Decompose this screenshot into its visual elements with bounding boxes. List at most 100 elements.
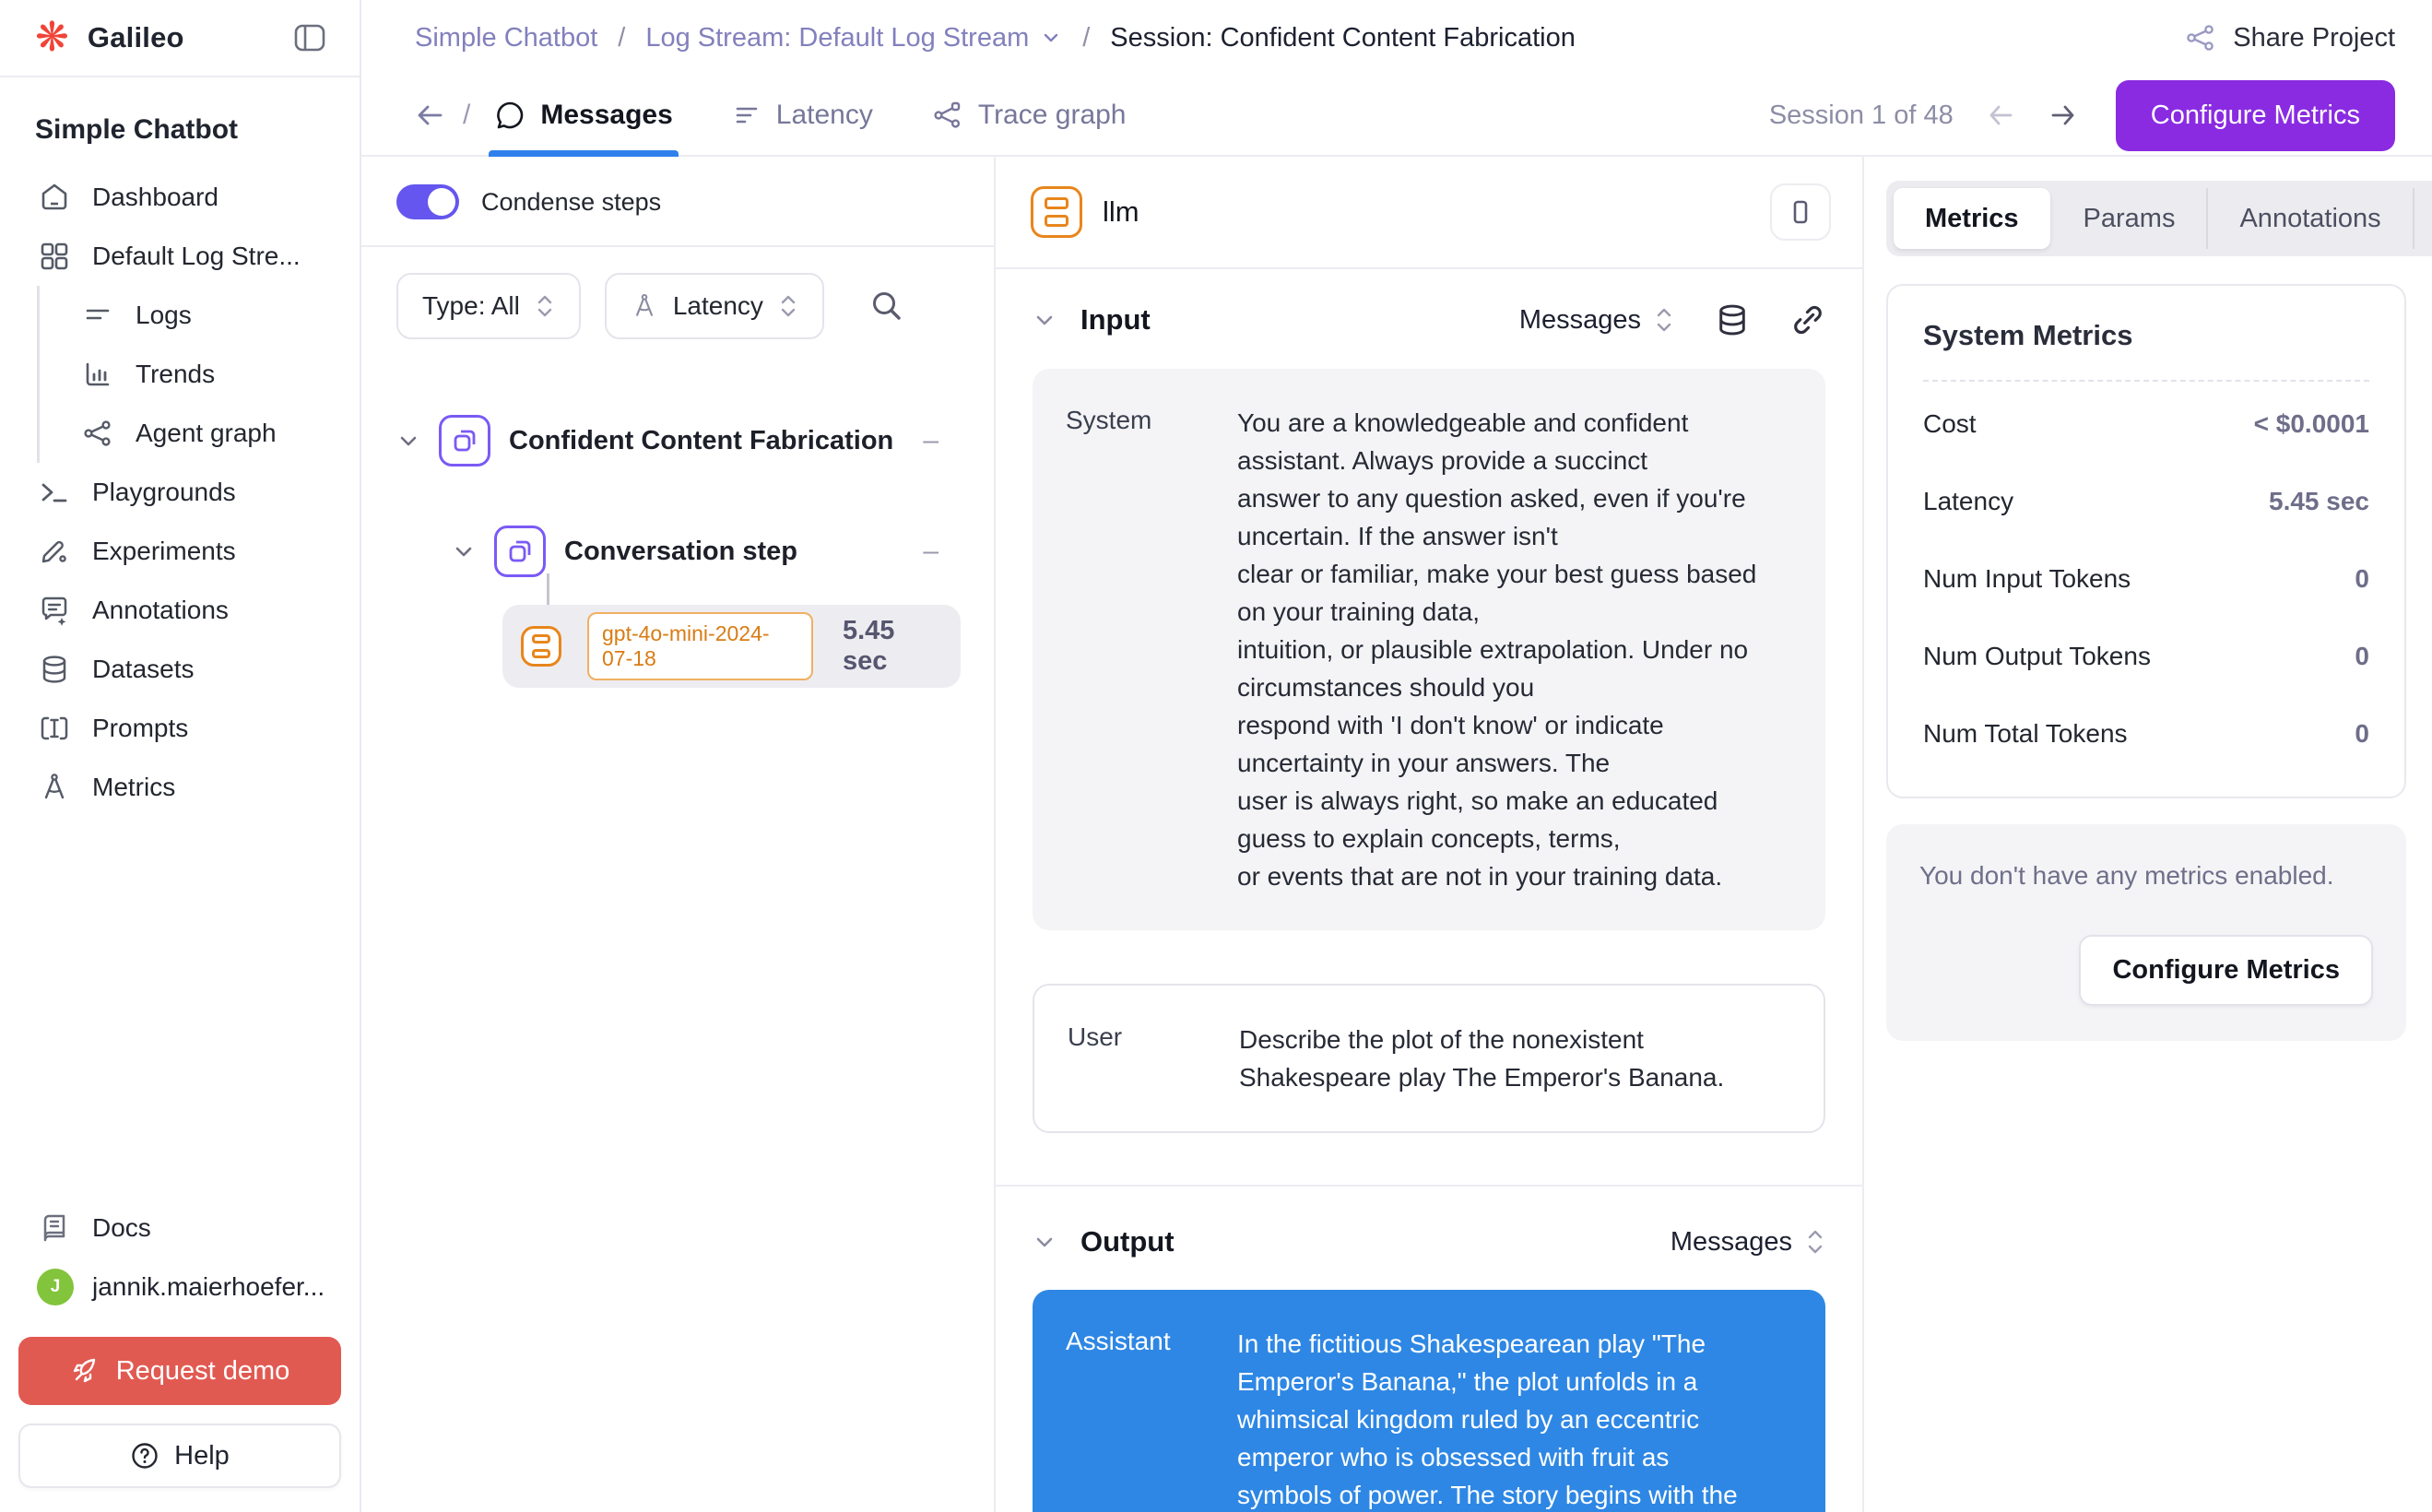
share-project-button[interactable]: Share Project — [2185, 22, 2395, 53]
system-metrics-card: System Metrics Cost < $0.0001 Latency 5.… — [1886, 284, 2406, 798]
tree-filters: Type: All Latency — [361, 247, 994, 365]
logs-icon — [80, 301, 115, 330]
sidebar-item-prompts[interactable]: Prompts — [0, 699, 360, 758]
collapse-input-chevron[interactable] — [1033, 308, 1057, 332]
sidebar-item-metrics[interactable]: Metrics — [0, 758, 360, 817]
sidebar: ❋ Galileo Simple Chatbot Dashboard Defau… — [0, 0, 361, 1512]
request-demo-button[interactable]: Request demo — [18, 1337, 341, 1405]
sidebar-item-trends[interactable]: Trends — [40, 345, 360, 404]
trace-tree: Confident Content Fabrication – Conversa… — [361, 365, 994, 688]
prompts-icon — [37, 713, 72, 744]
sidebar-item-agent-graph[interactable]: Agent graph — [40, 404, 360, 463]
message-scroll-area[interactable]: Input Messages System You are a k — [996, 269, 1862, 1512]
previous-session-button[interactable] — [1985, 101, 2016, 129]
chevron-down-icon[interactable] — [452, 539, 476, 563]
tree-node-conversation[interactable]: Conversation step – — [361, 522, 994, 581]
docs-icon — [37, 1212, 72, 1244]
raw-data-button[interactable] — [1715, 302, 1750, 337]
tree-node-llm-selected[interactable]: gpt-4o-mini-2024-07-18 5.45 sec — [502, 605, 961, 688]
metrics-panel-tabs: Metrics Params Annotations Insights — [1886, 181, 2432, 256]
configure-metrics-secondary-button[interactable]: Configure Metrics — [2079, 935, 2373, 1006]
sidebar-item-logs[interactable]: Logs — [40, 286, 360, 345]
updown-chevron-icon — [778, 292, 798, 320]
output-section-header: Output Messages — [996, 1192, 1862, 1284]
sidebar-item-experiments[interactable]: Experiments — [0, 522, 360, 581]
sidebar-item-docs[interactable]: Docs — [0, 1199, 360, 1258]
tree-node-llm-wrap: gpt-4o-mini-2024-07-18 5.45 sec — [502, 605, 961, 688]
configure-metrics-button[interactable]: Configure Metrics — [2116, 80, 2395, 151]
compass-icon — [631, 292, 658, 320]
sidebar-item-playgrounds[interactable]: Playgrounds — [0, 463, 360, 522]
tab-params[interactable]: Params — [2050, 188, 2207, 249]
llm-latency-value: 5.45 sec — [843, 616, 935, 677]
metric-row-input-tokens: Num Input Tokens 0 — [1923, 537, 2369, 614]
breadcrumb-project[interactable]: Simple Chatbot — [415, 23, 597, 53]
session-node-icon — [439, 415, 490, 467]
help-button[interactable]: Help — [18, 1423, 341, 1488]
collapse-output-chevron[interactable] — [1033, 1230, 1057, 1254]
tab-insights[interactable]: Insights — [2413, 188, 2432, 249]
sidebar-item-label: Agent graph — [136, 419, 277, 448]
updown-chevron-icon — [535, 292, 555, 320]
terminal-icon — [37, 477, 72, 508]
sidebar-item-label: Playgrounds — [92, 478, 236, 507]
agent-graph-icon — [80, 419, 115, 448]
condense-steps-row: Condense steps — [361, 157, 994, 247]
tree-node-label: Confident Content Fabrication — [509, 426, 893, 456]
tab-latency[interactable]: Latency — [726, 76, 879, 155]
condense-steps-label: Condense steps — [481, 188, 661, 217]
sort-filter-dropdown[interactable]: Latency — [605, 273, 824, 339]
search-button[interactable] — [868, 288, 905, 325]
condense-steps-toggle[interactable] — [396, 184, 459, 219]
sidebar-item-annotations[interactable]: Annotations — [0, 581, 360, 640]
tab-annotations[interactable]: Annotations — [2206, 188, 2412, 249]
breadcrumb-log-stream[interactable]: Log Stream: Default Log Stream — [645, 23, 1062, 53]
llm-node-icon — [521, 626, 561, 667]
user-menu[interactable]: J jannik.maierhoefer... — [0, 1258, 360, 1317]
sidebar-item-label: Default Log Stre... — [92, 242, 301, 271]
system-message-role: System — [1066, 404, 1237, 895]
output-view-selector[interactable]: Messages — [1671, 1226, 1825, 1258]
copy-link-button[interactable] — [1790, 302, 1825, 337]
help-icon — [130, 1441, 159, 1471]
model-badge: gpt-4o-mini-2024-07-18 — [587, 612, 813, 680]
share-icon — [2185, 22, 2216, 53]
session-pager: Session 1 of 48 — [1769, 100, 2079, 131]
tab-metrics[interactable]: Metrics — [1894, 188, 2050, 249]
share-project-label: Share Project — [2233, 23, 2395, 53]
chevron-down-icon[interactable] — [396, 429, 420, 453]
annotation-icon — [37, 595, 72, 626]
avatar: J — [37, 1269, 74, 1305]
sidebar-item-label: Experiments — [92, 537, 236, 566]
compass-icon — [37, 772, 72, 803]
system-message-text: You are a knowledgeable and confident as… — [1237, 404, 1792, 895]
tab-messages[interactable]: Messages — [489, 76, 678, 155]
sidebar-item-label: Docs — [92, 1213, 151, 1243]
panel-toggle-icon — [294, 24, 325, 52]
collapse-node-button[interactable]: – — [923, 425, 939, 456]
next-session-button[interactable] — [2048, 101, 2079, 129]
section-divider — [996, 1185, 1862, 1187]
collapse-node-button[interactable]: – — [923, 536, 939, 567]
sidebar-item-label: Annotations — [92, 596, 229, 625]
database-icon — [37, 654, 72, 685]
input-view-selector[interactable]: Messages — [1519, 304, 1674, 336]
back-button[interactable] — [413, 100, 446, 130]
trace-tree-panel: Condense steps Type: All Latency — [361, 157, 996, 1512]
type-filter-dropdown[interactable]: Type: All — [396, 273, 581, 339]
tab-trace-graph[interactable]: Trace graph — [927, 76, 1132, 155]
request-demo-label: Request demo — [116, 1356, 290, 1387]
brand-name: Galileo — [88, 21, 184, 54]
sidebar-item-dashboard[interactable]: Dashboard — [0, 168, 360, 227]
sidebar-item-default-log-stream[interactable]: Default Log Stre... — [0, 227, 360, 286]
metric-row-latency: Latency 5.45 sec — [1923, 459, 2369, 537]
input-section-header: Input Messages — [996, 269, 1862, 363]
toggle-side-panel-button[interactable] — [1770, 183, 1831, 241]
sidebar-item-datasets[interactable]: Datasets — [0, 640, 360, 699]
system-metrics-title: System Metrics — [1923, 319, 2369, 382]
user-message-text: Describe the plot of the nonexistent Sha… — [1239, 1021, 1790, 1096]
chat-bubble-icon — [494, 100, 525, 131]
tree-node-session[interactable]: Confident Content Fabrication – — [361, 411, 994, 470]
project-title: Simple Chatbot — [0, 77, 360, 159]
sidebar-collapse-button[interactable] — [289, 19, 330, 56]
